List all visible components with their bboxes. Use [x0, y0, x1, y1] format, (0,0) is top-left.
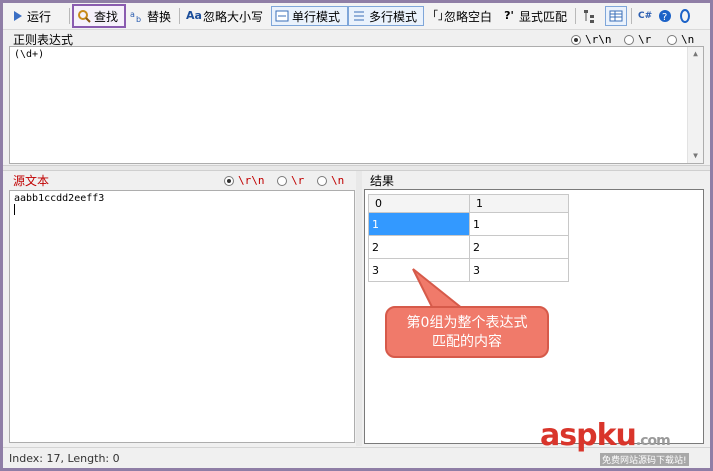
ignore-case-button[interactable]: Aa 忽略大小写	[183, 6, 266, 26]
table-cell[interactable]: 2	[469, 235, 569, 259]
table-cell[interactable]: 1	[469, 212, 569, 236]
explicit-match-label: 显式匹配	[519, 9, 568, 24]
replace-button[interactable]: ab 替换	[127, 6, 174, 26]
radio-icon	[624, 34, 634, 45]
table-row[interactable]: 1 1	[368, 212, 569, 236]
radio-label: \n	[681, 33, 695, 46]
regex-newline-lf[interactable]: \n	[667, 33, 694, 46]
regex-text: (\d+)	[14, 49, 45, 60]
svg-text:?: ?	[662, 12, 667, 23]
app-window: 运行 查找 ab 替换 Aa 忽略大小写 单行模式 多行模式 「」 忽略空白 ?…	[3, 3, 710, 468]
status-text: Index: 17, Length: 0	[9, 452, 120, 465]
toolbar: 运行 查找 ab 替换 Aa 忽略大小写 单行模式 多行模式 「」 忽略空白 ?…	[3, 3, 710, 30]
single-line-label: 单行模式	[292, 9, 341, 24]
radio-label: \r\n	[238, 174, 265, 187]
regex-newline-crlf[interactable]: \r\n	[571, 33, 612, 46]
source-newline-lf[interactable]: \n	[317, 174, 344, 187]
ignore-case-label: 忽略大小写	[203, 9, 264, 24]
radio-label: \n	[331, 174, 345, 187]
table-cell[interactable]: 2	[368, 235, 470, 259]
multi-line-icon	[352, 9, 366, 23]
explicit-icon: ?'	[504, 9, 514, 22]
multi-line-button[interactable]: 多行模式	[348, 6, 424, 26]
source-newline-cr[interactable]: \r	[277, 174, 304, 187]
replace-label: 替换	[147, 9, 172, 24]
explicit-match-button[interactable]: ?' 显式匹配	[499, 6, 570, 26]
source-newline-crlf[interactable]: \r\n	[224, 174, 265, 187]
watermark-suffix: .com	[635, 433, 671, 449]
radio-label: \r	[291, 174, 305, 187]
watermark-tagline: 免费网站源码下载站!	[600, 453, 689, 466]
annotation-callout: 第0组为整个表达式 匹配的内容	[385, 306, 549, 358]
regex-scrollbar[interactable]: ▲ ▼	[687, 47, 703, 163]
callout-line-1: 第0组为整个表达式	[406, 315, 528, 331]
radio-icon	[317, 175, 327, 186]
watermark-logo: aspku.com	[540, 418, 671, 453]
grid-view-button[interactable]	[605, 6, 627, 26]
tree-icon	[583, 9, 597, 23]
radio-label: \r\n	[585, 33, 612, 46]
scroll-up-icon[interactable]: ▲	[688, 47, 703, 61]
radio-icon	[224, 175, 234, 186]
radio-icon	[667, 34, 677, 45]
column-header[interactable]: 0	[368, 194, 470, 213]
ignore-space-label: 忽略空白	[444, 9, 493, 24]
radio-icon	[571, 34, 581, 45]
single-line-icon	[275, 9, 289, 23]
code-button[interactable]: C#	[635, 6, 655, 26]
column-header[interactable]: 1	[469, 194, 569, 213]
play-icon	[10, 9, 24, 23]
source-input[interactable]: aabb1ccdd2eeff3	[9, 190, 355, 443]
svg-text:b: b	[136, 15, 141, 23]
callout-pointer	[412, 268, 466, 310]
source-text: aabb1ccdd2eeff3	[14, 193, 105, 204]
run-button[interactable]: 运行	[7, 6, 54, 26]
help-button[interactable]: ?	[655, 6, 675, 26]
text-caret	[14, 204, 15, 215]
scroll-down-icon[interactable]: ▼	[688, 149, 703, 163]
radio-icon	[277, 175, 287, 186]
callout-line-2: 匹配的内容	[432, 334, 502, 350]
grid-icon	[609, 9, 623, 23]
about-icon	[678, 9, 692, 23]
results-label: 结果	[370, 174, 395, 188]
watermark-brand: aspku	[540, 418, 637, 453]
toolbar-separator	[631, 8, 632, 24]
find-button[interactable]: 查找	[72, 4, 126, 28]
tree-view-button[interactable]	[580, 6, 600, 26]
magnifier-icon	[77, 9, 91, 23]
svg-text:a: a	[130, 10, 135, 19]
replace-icon: ab	[130, 9, 144, 24]
space-icon: 「」	[427, 9, 449, 22]
table-cell[interactable]: 3	[469, 258, 569, 282]
vertical-splitter[interactable]	[356, 171, 362, 446]
help-icon: ?	[658, 9, 672, 23]
find-label: 查找	[94, 9, 119, 24]
multi-line-label: 多行模式	[369, 9, 418, 24]
about-button[interactable]	[675, 6, 695, 26]
toolbar-separator	[69, 8, 70, 24]
radio-label: \r	[638, 33, 652, 46]
case-icon: Aa	[186, 9, 202, 22]
regex-input[interactable]: (\d+) ▲ ▼	[9, 46, 704, 164]
regex-newline-cr[interactable]: \r	[624, 33, 651, 46]
source-label: 源文本	[13, 174, 50, 188]
toolbar-separator	[575, 8, 576, 24]
single-line-button[interactable]: 单行模式	[271, 6, 348, 26]
toolbar-separator	[179, 8, 180, 24]
ignore-space-button[interactable]: 「」 忽略空白	[424, 6, 495, 26]
table-cell[interactable]: 1	[368, 212, 470, 236]
csharp-icon: C#	[638, 11, 653, 21]
run-label: 运行	[27, 9, 52, 24]
table-row[interactable]: 2 2	[368, 235, 569, 259]
